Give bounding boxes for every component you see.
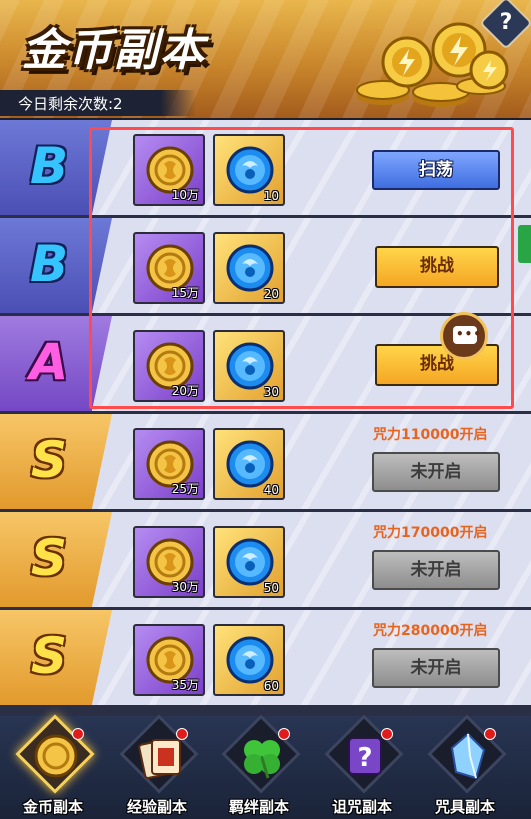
sweep-button[interactable]: 扫荡 (372, 150, 500, 190)
nav-label: 经验副本 (126, 798, 187, 816)
blue-orb-reward[interactable]: 20 (213, 232, 285, 304)
chat-button[interactable]: ••• (440, 312, 488, 360)
remaining-attempts: 今日剩余次数:2 (18, 95, 123, 113)
blue-orb-reward[interactable]: 10 (213, 134, 285, 206)
nav-item[interactable]: 经验副本 (106, 714, 208, 816)
dungeon-row: S 30万 50 咒力170000开启未开启 (0, 512, 531, 607)
nav-label: 咒具副本 (434, 798, 495, 816)
grade-badge: S (30, 529, 67, 587)
nav-label: 金币副本 (22, 798, 83, 816)
orb-quantity: 10 (263, 189, 279, 203)
remaining-attempts-bar: 今日剩余次数:2 (0, 90, 196, 116)
dungeon-header: 金币副本 ? 今日剩余次数:2 (0, 0, 531, 118)
nav-item[interactable]: 羁绊副本 (208, 714, 310, 816)
grade-badge: B (29, 137, 69, 195)
grade-badge: S (30, 627, 67, 685)
blue-orb-reward[interactable]: 60 (213, 624, 285, 696)
unlock-requirement: 咒力280000开启 (373, 623, 488, 639)
orb-quantity: 60 (263, 679, 279, 693)
challenge-button[interactable]: 挑战 (375, 246, 499, 288)
coin-quantity: 15万 (171, 286, 199, 300)
side-tab[interactable] (518, 225, 531, 263)
orb-quantity: 40 (263, 483, 279, 497)
notification-dot (176, 728, 188, 740)
coin-quantity: 25万 (171, 482, 199, 496)
coin-quantity: 10万 (171, 188, 199, 202)
gold-coin-reward[interactable]: 15万 (133, 232, 205, 304)
page-title: 金币副本 (22, 25, 206, 76)
bottom-nav: 金币副本 经验副本 羁绊副本? 诅咒副本 咒具副本 (0, 714, 531, 819)
dungeon-row: S 35万 60 咒力280000开启未开启 (0, 610, 531, 705)
notification-dot (72, 728, 84, 740)
question-icon: ? (499, 10, 513, 35)
locked-button: 未开启 (372, 550, 500, 590)
gold-coin-reward[interactable]: 35万 (133, 624, 205, 696)
gold-coin-reward[interactable]: 30万 (133, 526, 205, 598)
notification-dot (484, 728, 496, 740)
notification-dot (381, 728, 393, 740)
locked-button: 未开启 (372, 648, 500, 688)
gold-coin-reward[interactable]: 25万 (133, 428, 205, 500)
unlock-requirement: 咒力110000开启 (373, 427, 488, 443)
dungeon-row: B 15万 20 挑战 (0, 218, 531, 313)
gold-coin-reward[interactable]: 20万 (133, 330, 205, 402)
orb-quantity: 20 (263, 287, 279, 301)
chat-dots: ••• (456, 327, 483, 341)
locked-button: 未开启 (372, 452, 500, 492)
unlock-requirement: 咒力170000开启 (373, 525, 488, 541)
coin-quantity: 30万 (171, 580, 199, 594)
grade-badge: A (29, 333, 69, 391)
dungeon-row: S 25万 40 咒力110000开启未开启 (0, 414, 531, 509)
nav-item[interactable]: 咒具副本 (414, 714, 516, 816)
grade-badge: S (30, 431, 67, 489)
nav-label: 诅咒副本 (331, 798, 392, 816)
blue-orb-reward[interactable]: 50 (213, 526, 285, 598)
nav-label: 羁绊副本 (228, 798, 289, 816)
orb-quantity: 30 (263, 385, 279, 399)
coin-quantity: 20万 (171, 384, 199, 398)
coin-quantity: 35万 (171, 678, 199, 692)
blue-orb-reward[interactable]: 40 (213, 428, 285, 500)
svg-text:?: ? (357, 743, 372, 773)
gold-coin-reward[interactable]: 10万 (133, 134, 205, 206)
nav-item[interactable]: ? 诅咒副本 (311, 714, 413, 816)
grade-badge: B (29, 235, 69, 293)
orb-quantity: 50 (263, 581, 279, 595)
notification-dot (278, 728, 290, 740)
dungeon-row: B 10万 10 扫荡 (0, 120, 531, 215)
blue-orb-reward[interactable]: 30 (213, 330, 285, 402)
nav-item[interactable]: 金币副本 (2, 714, 104, 816)
dungeon-list[interactable]: B 10万 10 扫荡 B 15万 20 挑战 A 20万 30 挑战 S 25万 40 咒力110000开启… (0, 120, 531, 716)
